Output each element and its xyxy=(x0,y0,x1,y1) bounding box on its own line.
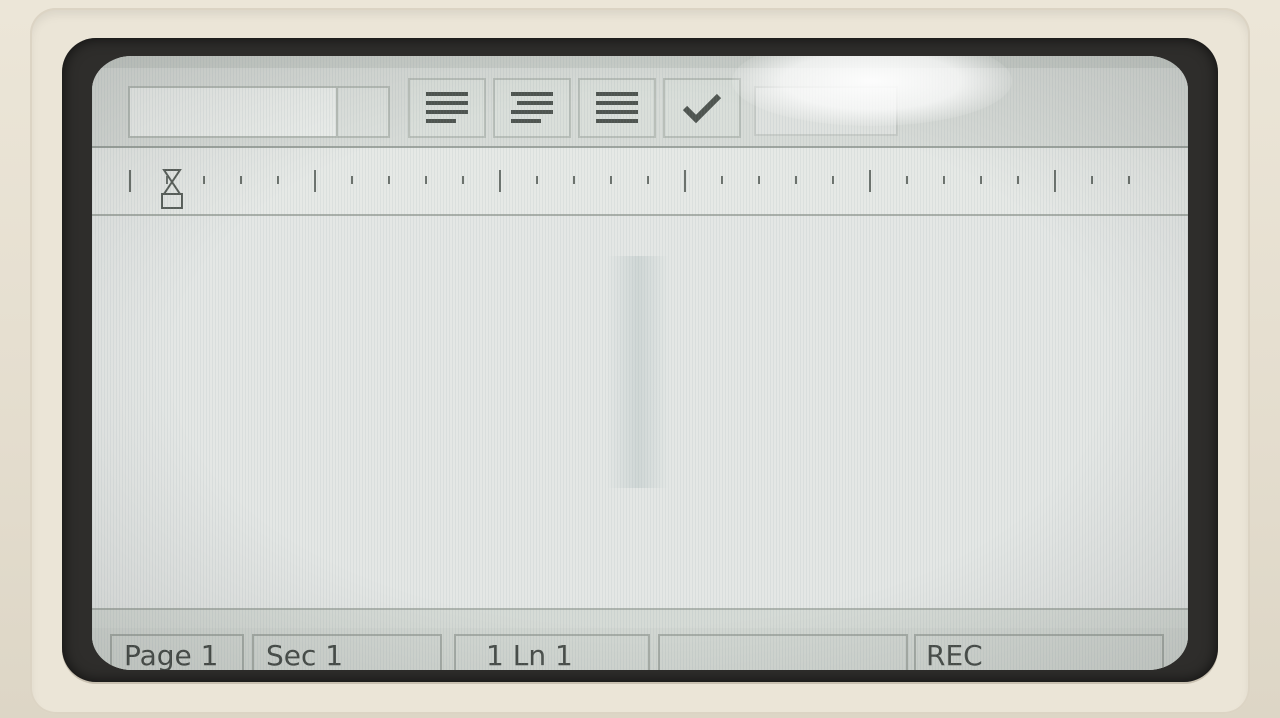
horizontal-scrollbar[interactable] xyxy=(92,608,1188,630)
document-area[interactable] xyxy=(92,216,1188,608)
cursor-ghost xyxy=(607,256,669,488)
status-page: Page 1 xyxy=(110,634,244,670)
ruler-scale xyxy=(129,169,1130,209)
check-icon xyxy=(682,93,722,124)
crt-screen: Page 1 Sec 1 1 Ln 1 REC xyxy=(92,56,1188,670)
justify-icon xyxy=(596,92,638,123)
ruler[interactable] xyxy=(92,148,1188,216)
status-bar: Page 1 Sec 1 1 Ln 1 REC xyxy=(92,628,1188,670)
align-center-icon xyxy=(511,92,553,123)
language-field[interactable] xyxy=(754,86,898,136)
status-section: Sec 1 xyxy=(252,634,442,670)
status-rec: REC xyxy=(914,634,1164,670)
style-dropdown-button[interactable] xyxy=(336,88,388,136)
align-left-icon xyxy=(426,92,468,123)
indent-marker-icon[interactable] xyxy=(161,169,183,209)
justify-button[interactable] xyxy=(578,78,656,138)
align-left-button[interactable] xyxy=(408,78,486,138)
formatting-toolbar xyxy=(92,68,1188,148)
align-center-button[interactable] xyxy=(493,78,571,138)
check-button[interactable] xyxy=(663,78,741,138)
status-empty xyxy=(658,634,908,670)
status-position: 1 Ln 1 xyxy=(454,634,650,670)
style-input[interactable] xyxy=(128,86,390,138)
